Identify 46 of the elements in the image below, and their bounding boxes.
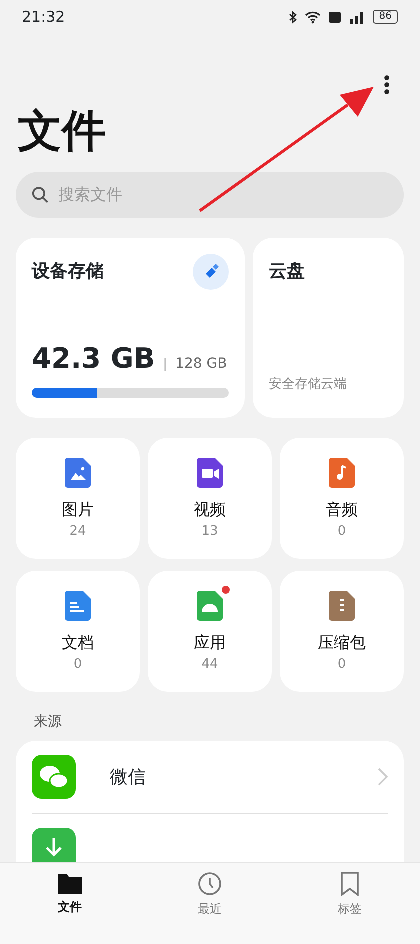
clock-icon bbox=[198, 872, 222, 896]
storage-card[interactable]: 设备存储 42.3 GB | 128 GB bbox=[16, 238, 245, 418]
cloud-card[interactable]: 云盘 安全存储云端 bbox=[253, 238, 404, 418]
total-storage: 128 GB bbox=[176, 355, 228, 374]
category-card[interactable]: 音频 0 bbox=[280, 438, 404, 559]
category-count: 44 bbox=[202, 656, 218, 674]
category-card[interactable]: 图片 24 bbox=[16, 438, 140, 559]
page-title: 文件 bbox=[18, 110, 107, 154]
folder-icon bbox=[58, 872, 82, 894]
category-count: 0 bbox=[74, 656, 82, 674]
separator: | bbox=[163, 356, 168, 374]
tab[interactable]: 文件 bbox=[52, 871, 88, 917]
chat-bubbles-icon bbox=[32, 755, 76, 799]
category-label: 文档 bbox=[62, 632, 94, 654]
category-label: 视频 bbox=[194, 498, 226, 521]
source-label: 微信 bbox=[110, 766, 147, 790]
category-count: 13 bbox=[202, 522, 218, 541]
category-label: 音频 bbox=[326, 498, 358, 521]
category-count: 0 bbox=[338, 656, 346, 674]
card-subtitle: 安全存储云端 bbox=[269, 376, 348, 394]
category-label: 图片 bbox=[62, 498, 94, 521]
battery-level: 86 bbox=[373, 10, 398, 24]
category-card[interactable]: 文档 0 bbox=[16, 571, 140, 692]
category-card[interactable]: 视频 13 bbox=[148, 438, 272, 559]
clean-icon[interactable] bbox=[193, 254, 229, 290]
bluetooth-icon bbox=[289, 10, 298, 24]
category-count: 0 bbox=[338, 522, 346, 541]
bookmark-icon bbox=[340, 872, 360, 896]
status-time: 21:32 bbox=[22, 6, 66, 28]
category-card[interactable]: 应用 44 bbox=[148, 571, 272, 692]
signal-icon bbox=[349, 10, 366, 24]
category-card[interactable]: 压缩包 0 bbox=[280, 571, 404, 692]
tab[interactable]: 标签 bbox=[332, 871, 368, 919]
category-label: 压缩包 bbox=[318, 632, 366, 654]
more-icon bbox=[384, 74, 390, 95]
category-label: 应用 bbox=[194, 632, 226, 654]
card-title: 云盘 bbox=[269, 260, 306, 284]
category-count: 24 bbox=[70, 522, 86, 541]
wifi-icon bbox=[305, 10, 322, 24]
used-storage: 42.3 GB bbox=[32, 341, 156, 377]
card-title: 设备存储 bbox=[32, 260, 104, 284]
section-heading: 来源 bbox=[34, 713, 63, 732]
tab[interactable]: 最近 bbox=[192, 871, 228, 919]
search-icon bbox=[32, 186, 49, 204]
search-bar[interactable]: 搜索文件 bbox=[16, 172, 404, 218]
search-field[interactable]: 搜索文件 bbox=[56, 182, 388, 208]
